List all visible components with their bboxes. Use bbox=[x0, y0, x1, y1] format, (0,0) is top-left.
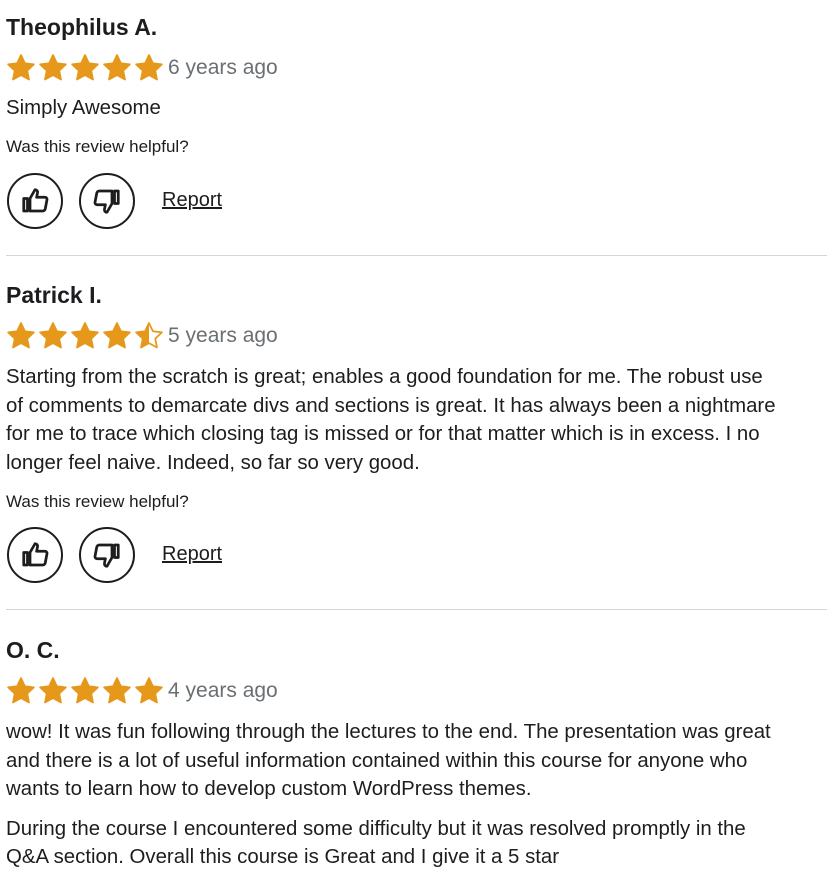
reviewer-name: Patrick I. bbox=[6, 282, 102, 308]
star-full-icon bbox=[7, 322, 35, 349]
review-body: wow! It was fun following through the le… bbox=[6, 718, 827, 872]
star-full-icon bbox=[7, 54, 35, 81]
review-paragraph: Simply Awesome bbox=[6, 94, 827, 123]
reviewer-name: Theophilus A. bbox=[6, 14, 158, 40]
reviewer-name: O. C. bbox=[6, 637, 60, 663]
thumbs-up-icon bbox=[22, 542, 49, 567]
thumbs-down-icon bbox=[93, 189, 120, 214]
star-full-icon bbox=[39, 677, 67, 704]
review-line: for me to trace which closing tag is mis… bbox=[6, 423, 760, 446]
review-line: longer feel naive. Indeed, so far so ver… bbox=[6, 451, 420, 474]
review-date: 6 years ago bbox=[168, 56, 278, 79]
review-body: Starting from the scratch is great; enab… bbox=[6, 363, 827, 477]
helpful-yes-button[interactable] bbox=[7, 527, 63, 583]
star-full-icon bbox=[103, 322, 131, 349]
star-full-icon bbox=[39, 322, 67, 349]
star-half-icon bbox=[135, 322, 163, 349]
review-line: wants to learn how to develop custom Wor… bbox=[6, 778, 532, 801]
helpful-yes-button[interactable] bbox=[7, 173, 63, 229]
star-full-icon bbox=[71, 54, 99, 81]
star-full-icon bbox=[7, 677, 35, 704]
review-date: 4 years ago bbox=[168, 679, 278, 702]
star-rating bbox=[6, 53, 164, 83]
star-rating bbox=[6, 321, 164, 351]
report-link[interactable]: Report bbox=[162, 543, 222, 566]
review-body: Simply Awesome bbox=[6, 94, 827, 123]
star-full-icon bbox=[103, 677, 131, 704]
helpful-prompt: Was this review helpful? bbox=[6, 137, 189, 156]
review-line: Starting from the scratch is great; enab… bbox=[6, 366, 763, 388]
thumbs-up-icon bbox=[22, 188, 49, 213]
divider bbox=[6, 609, 827, 610]
star-full-icon bbox=[71, 677, 99, 704]
star-full-icon bbox=[103, 54, 131, 81]
star-full-icon bbox=[135, 54, 163, 81]
review-date: 5 years ago bbox=[168, 324, 278, 347]
review-paragraph: Starting from the scratch is great; enab… bbox=[6, 363, 827, 477]
review-line: of comments to demarcate divs and sectio… bbox=[6, 394, 776, 417]
star-full-icon bbox=[39, 54, 67, 81]
star-rating bbox=[6, 676, 164, 706]
star-full-icon bbox=[135, 677, 163, 704]
report-link[interactable]: Report bbox=[162, 189, 222, 212]
review-paragraph: During the course I encountered some dif… bbox=[6, 815, 827, 872]
review-line: During the course I encountered some dif… bbox=[6, 817, 746, 840]
divider bbox=[6, 255, 827, 256]
helpful-no-button[interactable] bbox=[79, 173, 135, 229]
star-full-icon bbox=[71, 322, 99, 349]
thumbs-down-icon bbox=[93, 543, 120, 568]
review-line: and there is a lot of useful information… bbox=[6, 749, 748, 772]
review-paragraph: wow! It was fun following through the le… bbox=[6, 718, 827, 804]
review-line: wow! It was fun following through the le… bbox=[6, 721, 771, 743]
helpful-prompt: Was this review helpful? bbox=[6, 492, 189, 511]
review-line: Simply Awesome bbox=[6, 97, 161, 119]
helpful-no-button[interactable] bbox=[79, 527, 135, 583]
review-line: Q&A section. Overall this course is Grea… bbox=[6, 846, 560, 869]
